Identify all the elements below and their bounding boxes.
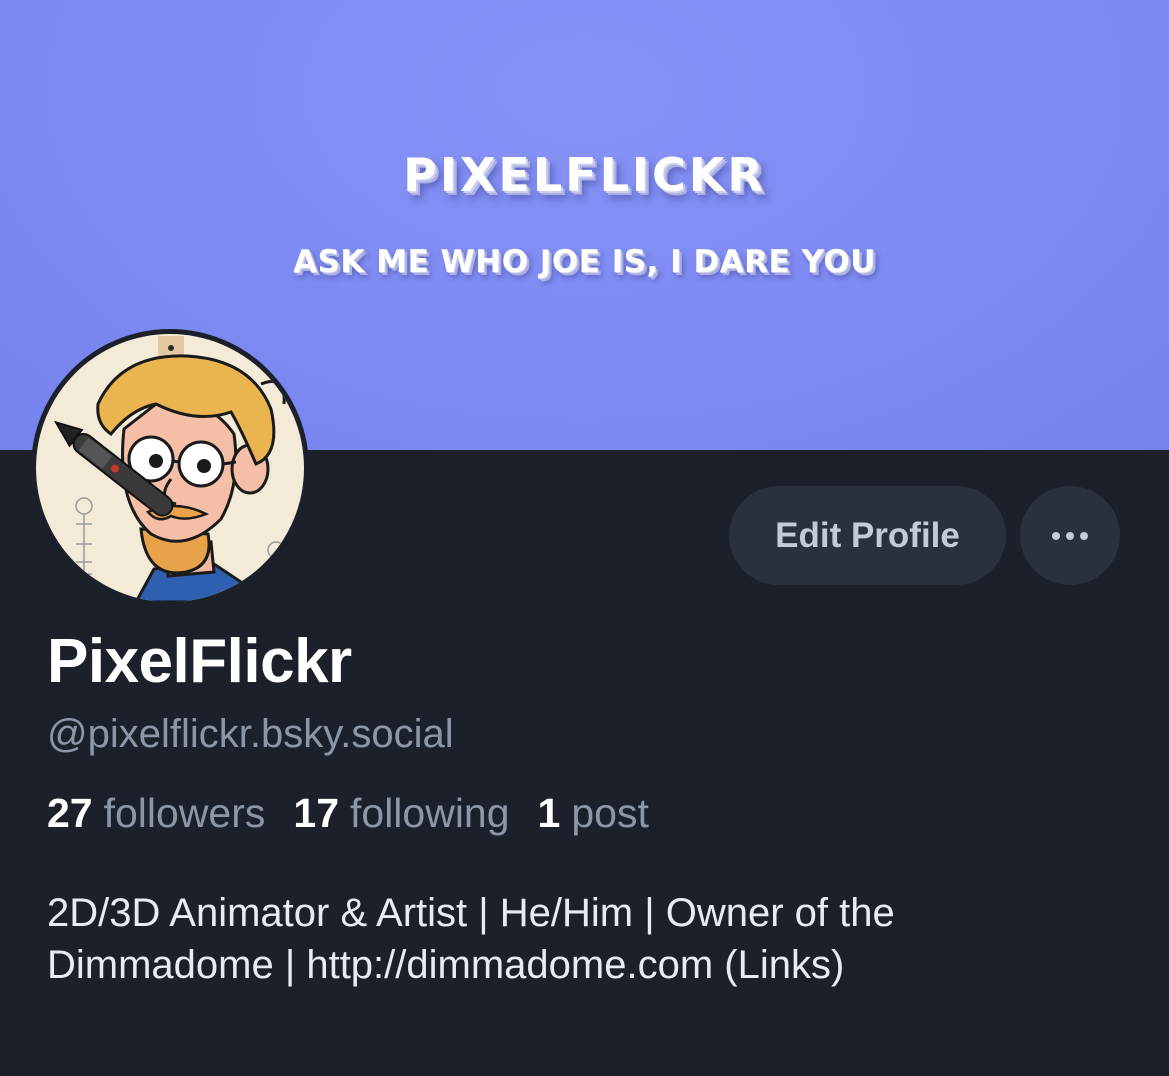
- more-options-button[interactable]: [1020, 486, 1120, 585]
- profile-stats: 27 followers 17 following 1 post: [47, 790, 649, 837]
- profile-handle: @pixelflickr.bsky.social: [47, 712, 454, 756]
- bio-line: 2D/3D Animator & Artist | He/Him | Owner…: [47, 891, 895, 935]
- stat-count: 27: [47, 790, 93, 836]
- stat-label: following: [350, 790, 510, 836]
- following-stat[interactable]: 17 following: [293, 790, 509, 837]
- display-name: PixelFlickr: [47, 627, 352, 696]
- followers-stat[interactable]: 27 followers: [47, 790, 265, 837]
- ellipsis-icon: [1052, 531, 1088, 540]
- posts-stat: 1 post: [538, 790, 649, 837]
- avatar[interactable]: [31, 329, 309, 607]
- profile-bio: 2D/3D Animator & Artist | He/Him | Owner…: [47, 887, 1127, 991]
- bio-line: Dimmadome | http://dimmadome.com (Links): [47, 943, 845, 987]
- stat-count: 1: [537, 790, 561, 836]
- avatar-illustration: [36, 334, 304, 602]
- edit-profile-button[interactable]: Edit Profile: [729, 486, 1006, 585]
- banner-subtitle: ASK ME WHO JOE IS, I DARE YOU: [293, 244, 876, 280]
- stat-label: followers: [103, 790, 266, 836]
- stat-label: post: [571, 790, 649, 836]
- stat-count: 17: [293, 790, 339, 836]
- banner-title: PIXELFLICKR: [403, 148, 766, 202]
